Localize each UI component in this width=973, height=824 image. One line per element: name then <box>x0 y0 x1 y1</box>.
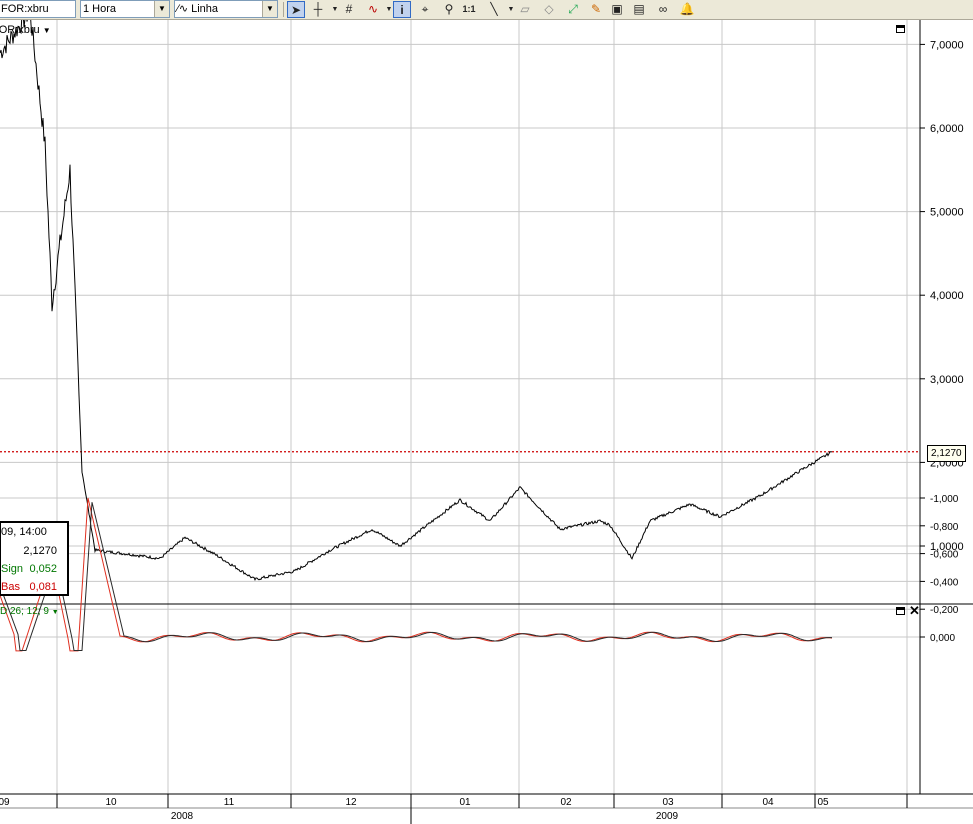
x-year-label: 2009 <box>656 811 679 822</box>
symbol-label-text: FOR:xbru <box>0 24 40 36</box>
eraser-all-icon[interactable]: ◇ <box>540 1 558 18</box>
y-tick-label: -1,000 <box>930 494 959 505</box>
y-tick-label: -0,600 <box>930 550 959 561</box>
y-tick-label: 5,0000 <box>930 207 964 219</box>
interval-select[interactable]: 1 Hora ▼ <box>80 0 170 18</box>
indicator-label[interactable]: D 26; 12; 9 ▼ <box>0 606 59 617</box>
infobox-bas-value: 0,081 <box>29 581 57 593</box>
infobox-value: 2,1270 <box>23 545 57 557</box>
x-tick-label: 11 <box>224 797 235 808</box>
one-to-one-icon[interactable]: 1:1 <box>460 1 478 18</box>
color-icon[interactable]: ✎ <box>587 1 605 18</box>
x-tick-label: 05 <box>817 797 829 808</box>
close-indicator-button[interactable]: ✕ <box>909 604 920 617</box>
y-tick-label: 3,0000 <box>930 374 964 386</box>
toolbar-divider <box>283 2 284 17</box>
info-icon[interactable]: i <box>393 1 411 18</box>
y-tick-label: 0,000 <box>930 633 955 644</box>
chart-type-value: Linha <box>191 3 219 15</box>
maximize-indicator-button[interactable] <box>896 607 905 615</box>
infobox-sign-row: Sign 0,052 <box>1 560 67 578</box>
current-price-tag: 2,1270 <box>927 445 966 462</box>
resize-icon[interactable]: ⤢ <box>564 1 582 18</box>
y-tick-label: -0,800 <box>930 522 959 533</box>
grid-icon[interactable]: # <box>340 1 358 18</box>
line-tool-icon[interactable]: ╲ <box>485 1 503 18</box>
infobox-value-row: 2,1270 <box>1 542 67 560</box>
y-tick-label: 6,0000 <box>930 123 964 135</box>
chevron-down-icon: ▼ <box>154 1 169 17</box>
symbol-value: FOR:xbru <box>1 3 49 15</box>
infobox-datetime: 09, 14:00 <box>1 526 47 538</box>
x-tick-label: 03 <box>662 797 674 808</box>
eraser-icon[interactable]: ▱ <box>516 1 534 18</box>
y-tick-label: 7,0000 <box>930 39 964 51</box>
chevron-down-icon: ▼ <box>42 26 51 35</box>
x-tick-label: 02 <box>560 797 572 808</box>
symbol-label[interactable]: FOR:xbru ▼ <box>0 24 51 36</box>
symbol-combo[interactable]: FOR:xbru <box>0 0 76 18</box>
y-tick-label: -0,400 <box>930 577 959 588</box>
interval-value: 1 Hora <box>83 3 117 15</box>
infobox-sign-value: 0,052 <box>29 563 57 575</box>
x-tick-label: 04 <box>762 797 774 808</box>
cursor-info-icon[interactable]: ⌖ <box>416 1 434 18</box>
infobox-datetime-row: 09, 14:00 <box>1 523 67 541</box>
chart-area[interactable]: 7,00006,00005,00004,00003,00002,00001,00… <box>0 20 973 824</box>
compare-icon[interactable]: ∞ <box>654 1 672 18</box>
crosshair-icon[interactable]: ┼ <box>309 1 327 18</box>
chart-type-select[interactable]: ∕∿ Linha ▼ <box>174 0 278 18</box>
chevron-down-icon: ▼ <box>51 609 59 616</box>
line-type-icon: ∕∿ <box>177 3 192 15</box>
alert-bell-icon[interactable]: 🔔 <box>678 1 696 18</box>
x-tick-label: 10 <box>105 797 117 808</box>
infobox-sign-label: Sign <box>1 563 24 575</box>
data-window: 09, 14:00 2,1270 Sign 0,052 Bas 0,081 <box>0 521 69 596</box>
chevron-down-icon: ▼ <box>262 1 277 17</box>
infobox-bas-label: Bas <box>1 581 20 593</box>
x-year-label: 2008 <box>171 811 194 822</box>
main-panel-bg <box>0 20 973 604</box>
x-tick-label: 09 <box>0 797 10 808</box>
pointer-icon[interactable]: ➤ <box>287 1 305 18</box>
zoom-icon[interactable]: ⚲ <box>440 1 458 18</box>
x-tick-label: 12 <box>345 797 357 808</box>
export-icon[interactable]: ▤ <box>630 1 648 18</box>
y-tick-label: -0,200 <box>930 605 959 616</box>
maximize-panel-button[interactable] <box>896 25 905 33</box>
x-tick-label: 01 <box>459 797 471 808</box>
y-tick-label: 4,0000 <box>930 290 964 302</box>
infobox-bas-row: Bas 0,081 <box>1 578 67 596</box>
indicator-label-text: D 26; 12; 9 <box>0 606 49 617</box>
toolbar: FOR:xbru 1 Hora ▼ ∕∿ Linha ▼ ➤ ┼ ▼ # ∿ ▼… <box>0 0 973 20</box>
copy-icon[interactable]: ▣ <box>608 1 626 18</box>
x-axis: 09 10 11 12 01 02 03 04 05 2008 2009 <box>0 794 908 824</box>
